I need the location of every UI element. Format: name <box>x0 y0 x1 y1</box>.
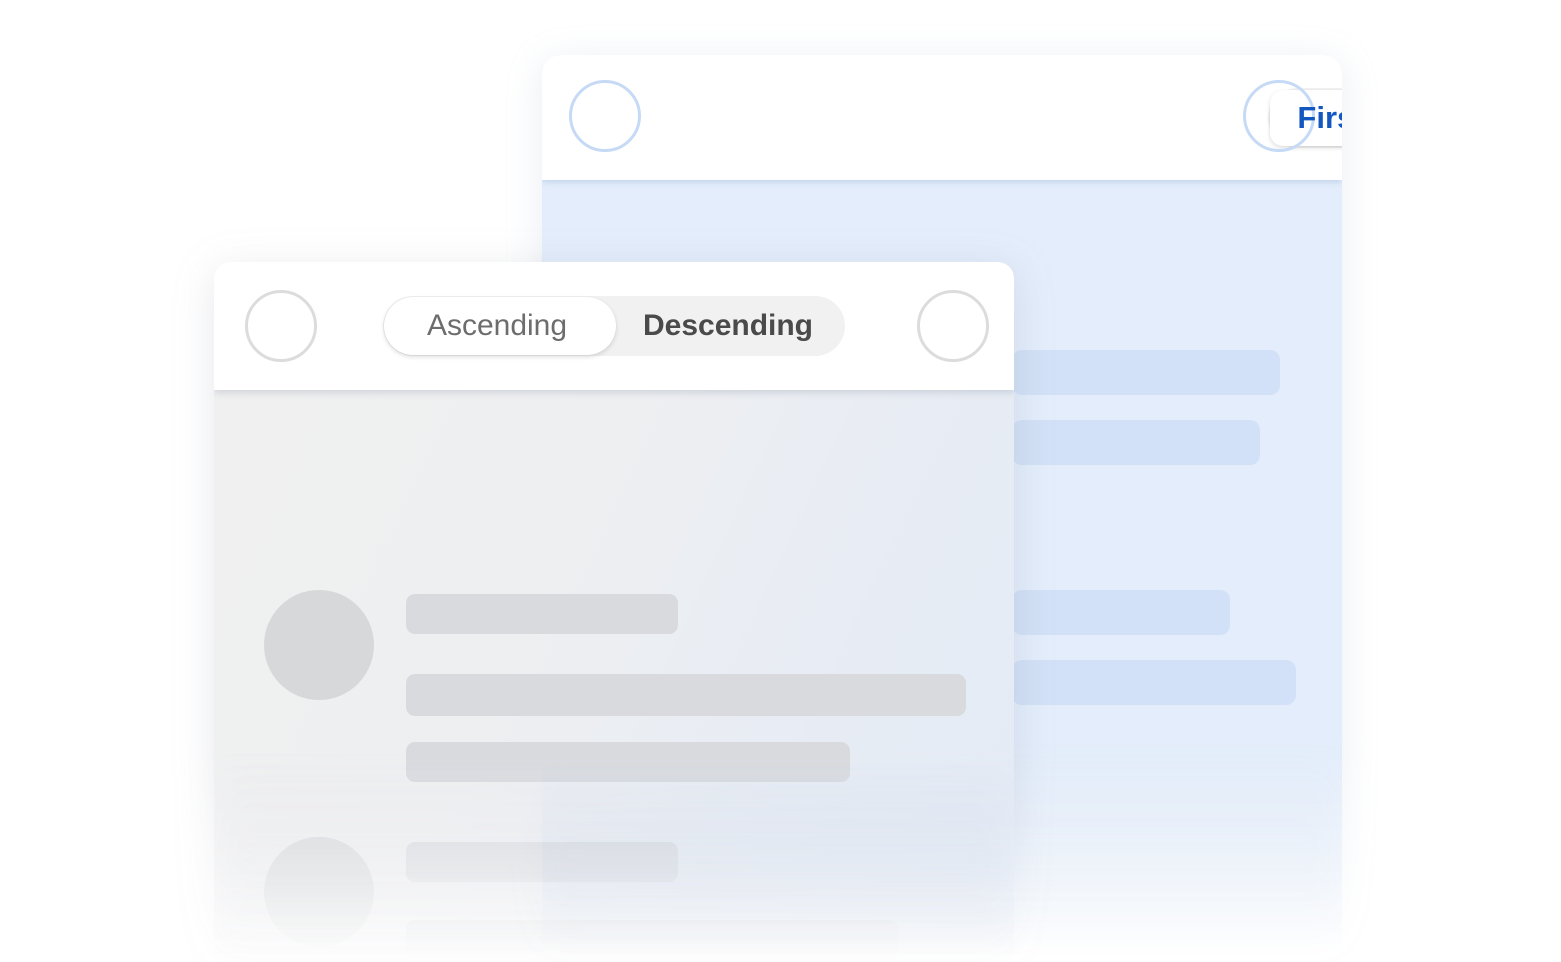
circle-outline-icon-left[interactable] <box>245 290 317 362</box>
content-placeholder-bar <box>406 594 678 634</box>
circle-outline-icon-right[interactable] <box>917 290 989 362</box>
circle-outline-icon-left[interactable] <box>569 80 641 152</box>
segment-first-label: First <box>1297 100 1342 135</box>
content-placeholder-bar <box>406 920 898 962</box>
background-window-toolbar: First Second Third <box>542 55 1342 180</box>
content-placeholder-bar <box>1012 420 1260 465</box>
foreground-window: Ascending Descending <box>214 262 1014 962</box>
segment-descending-label: Descending <box>642 309 814 342</box>
content-placeholder-bar <box>1012 350 1280 395</box>
segment-ascending-label: Ascending <box>426 309 568 342</box>
content-placeholder-bar <box>406 742 850 782</box>
screen-canvas: First Second Third <box>0 0 1561 962</box>
content-placeholder-bar <box>406 842 678 882</box>
segment-descending[interactable]: Descending <box>384 296 845 356</box>
avatar <box>264 590 374 700</box>
foreground-window-content <box>214 390 1014 962</box>
content-placeholder-bar <box>1012 660 1296 705</box>
sort-order-segmented-control[interactable]: Ascending Descending <box>383 296 845 356</box>
content-placeholder-bar <box>1012 590 1230 635</box>
foreground-window-toolbar: Ascending Descending <box>214 262 1014 390</box>
avatar <box>264 837 374 947</box>
content-placeholder-bar <box>406 674 966 716</box>
